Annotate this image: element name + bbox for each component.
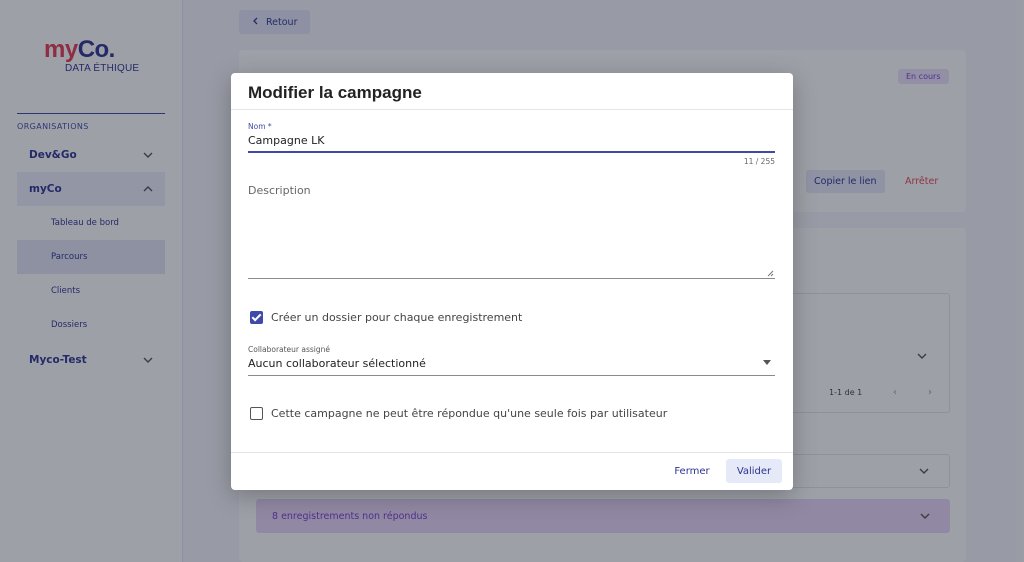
collaborator-select-underline xyxy=(248,375,775,376)
single-answer-label[interactable]: Cette campagne ne peut être répondue qu'… xyxy=(271,407,667,420)
collaborator-field-label: Collaborateur assigné xyxy=(248,345,331,354)
name-input[interactable]: Campagne LK xyxy=(248,134,324,147)
description-textarea[interactable]: Description xyxy=(248,184,311,197)
validate-button[interactable]: Valider xyxy=(726,459,782,483)
create-folder-checkbox[interactable] xyxy=(250,311,263,324)
dropdown-arrow-icon[interactable] xyxy=(763,360,771,365)
single-answer-checkbox[interactable] xyxy=(250,407,263,420)
dialog-title: Modifier la campagne xyxy=(248,83,422,102)
edit-campaign-dialog: Modifier la campagne Nom * Campagne LK 1… xyxy=(231,73,793,490)
name-field-label: Nom * xyxy=(248,122,272,131)
description-underline xyxy=(248,278,775,279)
close-button[interactable]: Fermer xyxy=(665,459,719,483)
dialog-header-divider xyxy=(231,109,793,110)
name-input-underline xyxy=(248,151,775,153)
name-char-counter: 11 / 255 xyxy=(743,157,775,166)
collaborator-select[interactable]: Aucun collaborateur sélectionné xyxy=(248,357,426,370)
create-folder-label[interactable]: Créer un dossier pour chaque enregistrem… xyxy=(271,311,522,324)
resize-handle-icon[interactable] xyxy=(767,270,774,279)
dialog-footer-divider xyxy=(231,452,793,453)
